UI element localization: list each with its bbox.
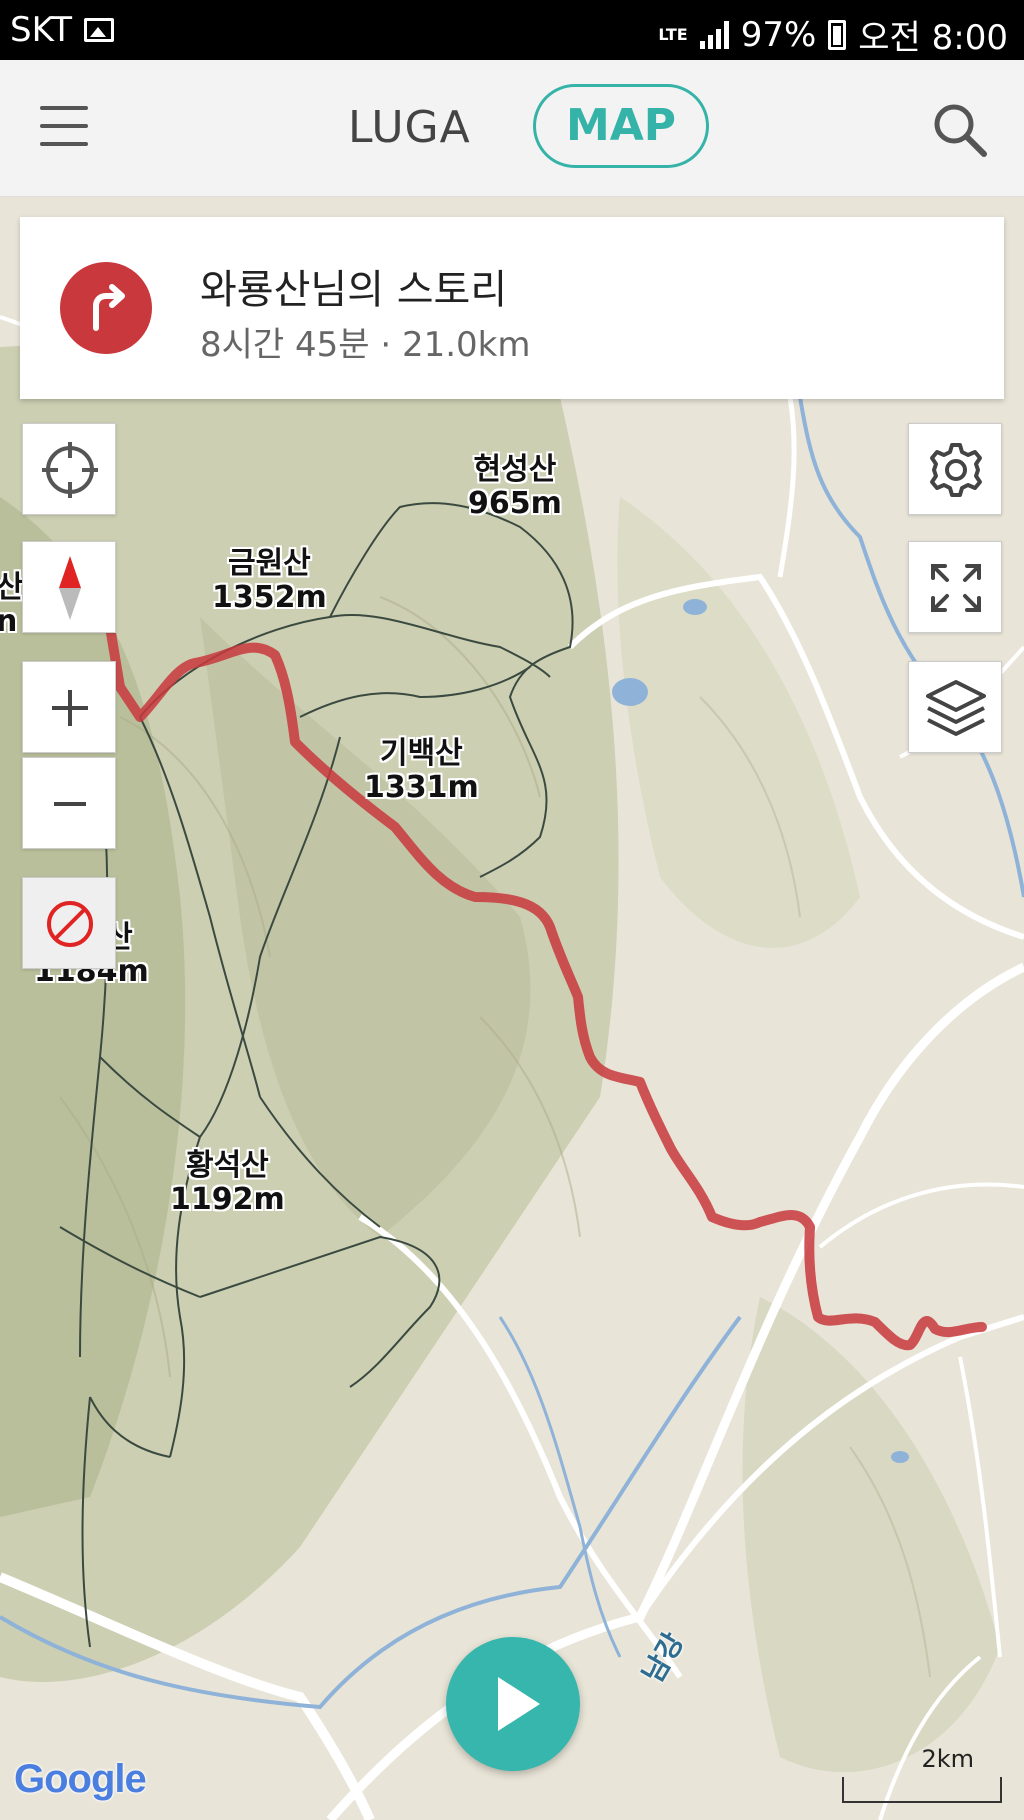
play-icon bbox=[498, 1677, 540, 1731]
scale-label: 2km bbox=[921, 1745, 974, 1773]
turn-right-icon bbox=[60, 262, 152, 354]
peak-elevation: n bbox=[0, 604, 18, 639]
peak-label-gibaeksan: 기백산 1331m bbox=[364, 737, 479, 805]
network-label: LTE bbox=[658, 24, 688, 44]
layers-icon bbox=[926, 680, 986, 736]
story-title: 와룡산님의 스토리 bbox=[200, 267, 508, 313]
zoom-out-icon bbox=[54, 802, 86, 806]
story-card[interactable]: 와룡산님의 스토리 8시간 45분 · 21.0km bbox=[20, 217, 1004, 399]
my-location-button[interactable] bbox=[22, 423, 116, 515]
play-button[interactable] bbox=[446, 1637, 580, 1771]
peak-name: 기백산 bbox=[379, 736, 463, 771]
peak-name: 산 bbox=[0, 570, 24, 605]
peak-name: 황석산 bbox=[185, 1148, 269, 1183]
google-logo-text: Google bbox=[14, 1757, 147, 1801]
peak-elevation: 1192m bbox=[170, 1182, 285, 1217]
app-bar: LUGA MAP bbox=[0, 60, 1024, 197]
map-view[interactable]: 현성산 965m 금원산 1352m 기백산 1331m 거망산 1184m 황… bbox=[0, 197, 1024, 1820]
battery-icon bbox=[828, 19, 847, 50]
tab-map[interactable]: MAP bbox=[533, 84, 709, 168]
map-scale: 2km bbox=[842, 1745, 1002, 1803]
peak-label-hwangseoksan: 황석산 1192m bbox=[170, 1149, 285, 1217]
scale-bar bbox=[842, 1777, 1002, 1803]
gear-icon bbox=[930, 443, 982, 497]
clock: 오전 8:00 bbox=[858, 18, 1008, 58]
peak-label-geumwonsan: 금원산 1352m bbox=[212, 547, 327, 615]
layers-button[interactable] bbox=[908, 661, 1002, 753]
status-right: LTE 97% 오전 8:00 bbox=[658, 10, 1008, 59]
fullscreen-button[interactable] bbox=[908, 541, 1002, 633]
my-location-icon bbox=[42, 442, 98, 498]
peak-elevation: 965m bbox=[468, 486, 562, 521]
fullscreen-icon bbox=[931, 564, 981, 612]
carrier-label: SKT bbox=[10, 10, 73, 50]
zoom-in-icon bbox=[52, 690, 88, 726]
status-left: SKT bbox=[10, 10, 115, 50]
peak-name: 금원산 bbox=[227, 546, 311, 581]
tab-luga[interactable]: LUGA bbox=[348, 102, 471, 153]
compass-icon bbox=[59, 556, 81, 620]
no-entry-button[interactable] bbox=[22, 877, 116, 969]
status-bar: SKT LTE 97% 오전 8:00 bbox=[0, 0, 1024, 60]
peak-name: 현성산 bbox=[473, 452, 557, 487]
peak-elevation: 1352m bbox=[212, 580, 327, 615]
image-notification-icon bbox=[84, 18, 115, 42]
peak-elevation: 1331m bbox=[364, 770, 479, 805]
search-icon[interactable] bbox=[930, 100, 990, 160]
peak-label-partial: 산 n bbox=[0, 571, 24, 639]
signal-icon bbox=[699, 20, 729, 49]
google-attribution: Google bbox=[14, 1757, 147, 1802]
settings-button[interactable] bbox=[908, 423, 1002, 515]
compass-button[interactable] bbox=[22, 541, 116, 633]
battery-percent: 97% bbox=[740, 14, 817, 55]
no-entry-icon bbox=[47, 901, 93, 947]
zoom-out-button[interactable] bbox=[22, 757, 116, 849]
zoom-in-button[interactable] bbox=[22, 661, 116, 753]
story-subtitle: 8시간 45분 · 21.0km bbox=[200, 325, 531, 365]
peak-label-hyeonseongsan: 현성산 965m bbox=[468, 453, 562, 521]
hamburger-icon[interactable] bbox=[40, 106, 88, 150]
map-canvas[interactable] bbox=[0, 197, 1024, 1820]
